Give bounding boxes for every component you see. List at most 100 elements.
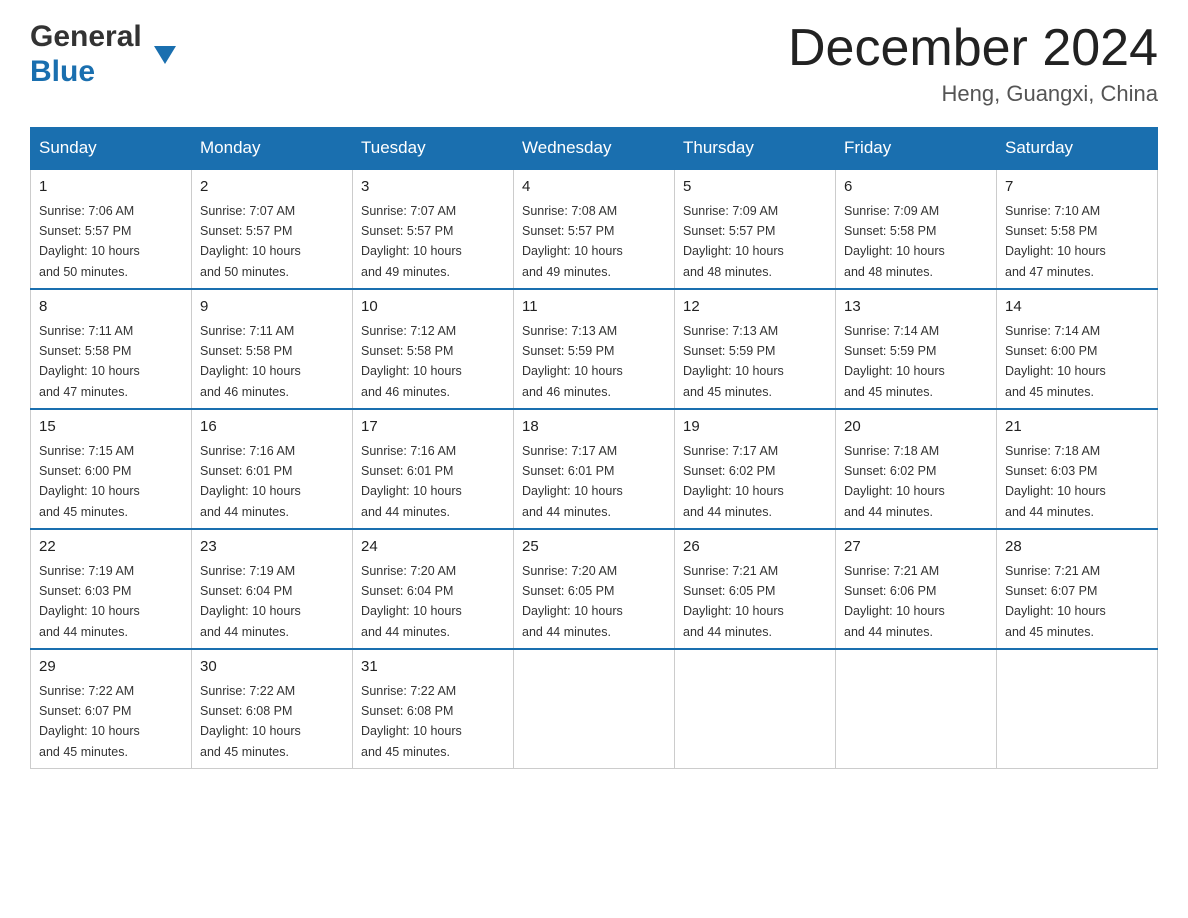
table-row: 8 Sunrise: 7:11 AMSunset: 5:58 PMDayligh… <box>31 289 192 409</box>
page-header: General Blue December 2024 Heng, Guangxi… <box>30 20 1158 107</box>
day-info: Sunrise: 7:17 AMSunset: 6:01 PMDaylight:… <box>522 444 623 519</box>
day-number: 30 <box>200 656 344 679</box>
calendar-week-row: 8 Sunrise: 7:11 AMSunset: 5:58 PMDayligh… <box>31 289 1158 409</box>
day-info: Sunrise: 7:09 AMSunset: 5:58 PMDaylight:… <box>844 204 945 279</box>
table-row: 24 Sunrise: 7:20 AMSunset: 6:04 PMDaylig… <box>353 529 514 649</box>
day-info: Sunrise: 7:14 AMSunset: 6:00 PMDaylight:… <box>1005 324 1106 399</box>
day-number: 23 <box>200 536 344 559</box>
day-info: Sunrise: 7:10 AMSunset: 5:58 PMDaylight:… <box>1005 204 1106 279</box>
table-row: 28 Sunrise: 7:21 AMSunset: 6:07 PMDaylig… <box>997 529 1158 649</box>
day-info: Sunrise: 7:18 AMSunset: 6:03 PMDaylight:… <box>1005 444 1106 519</box>
day-number: 7 <box>1005 176 1149 199</box>
day-info: Sunrise: 7:19 AMSunset: 6:04 PMDaylight:… <box>200 564 301 639</box>
day-number: 16 <box>200 416 344 439</box>
calendar-week-row: 1 Sunrise: 7:06 AMSunset: 5:57 PMDayligh… <box>31 169 1158 289</box>
day-info: Sunrise: 7:06 AMSunset: 5:57 PMDaylight:… <box>39 204 140 279</box>
day-info: Sunrise: 7:21 AMSunset: 6:07 PMDaylight:… <box>1005 564 1106 639</box>
logo: General Blue <box>30 20 176 89</box>
col-thursday: Thursday <box>675 128 836 170</box>
day-info: Sunrise: 7:14 AMSunset: 5:59 PMDaylight:… <box>844 324 945 399</box>
table-row: 12 Sunrise: 7:13 AMSunset: 5:59 PMDaylig… <box>675 289 836 409</box>
table-row: 25 Sunrise: 7:20 AMSunset: 6:05 PMDaylig… <box>514 529 675 649</box>
table-row: 30 Sunrise: 7:22 AMSunset: 6:08 PMDaylig… <box>192 649 353 769</box>
day-info: Sunrise: 7:21 AMSunset: 6:05 PMDaylight:… <box>683 564 784 639</box>
day-info: Sunrise: 7:19 AMSunset: 6:03 PMDaylight:… <box>39 564 140 639</box>
day-number: 22 <box>39 536 183 559</box>
table-row: 5 Sunrise: 7:09 AMSunset: 5:57 PMDayligh… <box>675 169 836 289</box>
table-row: 14 Sunrise: 7:14 AMSunset: 6:00 PMDaylig… <box>997 289 1158 409</box>
day-info: Sunrise: 7:22 AMSunset: 6:07 PMDaylight:… <box>39 684 140 759</box>
title-block: December 2024 Heng, Guangxi, China <box>788 20 1158 107</box>
table-row: 2 Sunrise: 7:07 AMSunset: 5:57 PMDayligh… <box>192 169 353 289</box>
day-info: Sunrise: 7:08 AMSunset: 5:57 PMDaylight:… <box>522 204 623 279</box>
day-number: 2 <box>200 176 344 199</box>
day-number: 12 <box>683 296 827 319</box>
col-wednesday: Wednesday <box>514 128 675 170</box>
day-number: 25 <box>522 536 666 559</box>
table-row: 27 Sunrise: 7:21 AMSunset: 6:06 PMDaylig… <box>836 529 997 649</box>
day-info: Sunrise: 7:15 AMSunset: 6:00 PMDaylight:… <box>39 444 140 519</box>
table-row: 20 Sunrise: 7:18 AMSunset: 6:02 PMDaylig… <box>836 409 997 529</box>
table-row: 15 Sunrise: 7:15 AMSunset: 6:00 PMDaylig… <box>31 409 192 529</box>
day-info: Sunrise: 7:17 AMSunset: 6:02 PMDaylight:… <box>683 444 784 519</box>
calendar-week-row: 15 Sunrise: 7:15 AMSunset: 6:00 PMDaylig… <box>31 409 1158 529</box>
day-info: Sunrise: 7:11 AMSunset: 5:58 PMDaylight:… <box>200 324 301 399</box>
day-number: 15 <box>39 416 183 439</box>
table-row: 3 Sunrise: 7:07 AMSunset: 5:57 PMDayligh… <box>353 169 514 289</box>
table-row: 21 Sunrise: 7:18 AMSunset: 6:03 PMDaylig… <box>997 409 1158 529</box>
day-number: 19 <box>683 416 827 439</box>
day-info: Sunrise: 7:16 AMSunset: 6:01 PMDaylight:… <box>361 444 462 519</box>
table-row: 16 Sunrise: 7:16 AMSunset: 6:01 PMDaylig… <box>192 409 353 529</box>
table-row <box>997 649 1158 769</box>
day-info: Sunrise: 7:20 AMSunset: 6:05 PMDaylight:… <box>522 564 623 639</box>
day-number: 24 <box>361 536 505 559</box>
table-row: 10 Sunrise: 7:12 AMSunset: 5:58 PMDaylig… <box>353 289 514 409</box>
col-tuesday: Tuesday <box>353 128 514 170</box>
col-saturday: Saturday <box>997 128 1158 170</box>
day-number: 29 <box>39 656 183 679</box>
day-info: Sunrise: 7:11 AMSunset: 5:58 PMDaylight:… <box>39 324 140 399</box>
day-number: 18 <box>522 416 666 439</box>
table-row: 13 Sunrise: 7:14 AMSunset: 5:59 PMDaylig… <box>836 289 997 409</box>
table-row <box>836 649 997 769</box>
day-info: Sunrise: 7:07 AMSunset: 5:57 PMDaylight:… <box>200 204 301 279</box>
table-row: 19 Sunrise: 7:17 AMSunset: 6:02 PMDaylig… <box>675 409 836 529</box>
day-number: 3 <box>361 176 505 199</box>
calendar-header-row: Sunday Monday Tuesday Wednesday Thursday… <box>31 128 1158 170</box>
table-row: 29 Sunrise: 7:22 AMSunset: 6:07 PMDaylig… <box>31 649 192 769</box>
day-number: 10 <box>361 296 505 319</box>
logo-triangle-icon <box>154 46 176 68</box>
table-row: 17 Sunrise: 7:16 AMSunset: 6:01 PMDaylig… <box>353 409 514 529</box>
day-info: Sunrise: 7:09 AMSunset: 5:57 PMDaylight:… <box>683 204 784 279</box>
day-info: Sunrise: 7:20 AMSunset: 6:04 PMDaylight:… <box>361 564 462 639</box>
table-row: 22 Sunrise: 7:19 AMSunset: 6:03 PMDaylig… <box>31 529 192 649</box>
table-row: 11 Sunrise: 7:13 AMSunset: 5:59 PMDaylig… <box>514 289 675 409</box>
table-row: 7 Sunrise: 7:10 AMSunset: 5:58 PMDayligh… <box>997 169 1158 289</box>
day-info: Sunrise: 7:22 AMSunset: 6:08 PMDaylight:… <box>361 684 462 759</box>
day-number: 14 <box>1005 296 1149 319</box>
day-number: 8 <box>39 296 183 319</box>
day-info: Sunrise: 7:13 AMSunset: 5:59 PMDaylight:… <box>683 324 784 399</box>
col-sunday: Sunday <box>31 128 192 170</box>
day-number: 17 <box>361 416 505 439</box>
logo-blue: Blue <box>30 55 152 90</box>
col-monday: Monday <box>192 128 353 170</box>
calendar-week-row: 22 Sunrise: 7:19 AMSunset: 6:03 PMDaylig… <box>31 529 1158 649</box>
day-info: Sunrise: 7:07 AMSunset: 5:57 PMDaylight:… <box>361 204 462 279</box>
table-row: 26 Sunrise: 7:21 AMSunset: 6:05 PMDaylig… <box>675 529 836 649</box>
day-number: 26 <box>683 536 827 559</box>
table-row: 18 Sunrise: 7:17 AMSunset: 6:01 PMDaylig… <box>514 409 675 529</box>
logo-general: General <box>30 20 152 55</box>
month-title: December 2024 <box>788 20 1158 77</box>
table-row: 9 Sunrise: 7:11 AMSunset: 5:58 PMDayligh… <box>192 289 353 409</box>
table-row: 4 Sunrise: 7:08 AMSunset: 5:57 PMDayligh… <box>514 169 675 289</box>
day-number: 28 <box>1005 536 1149 559</box>
day-info: Sunrise: 7:18 AMSunset: 6:02 PMDaylight:… <box>844 444 945 519</box>
day-number: 31 <box>361 656 505 679</box>
table-row: 6 Sunrise: 7:09 AMSunset: 5:58 PMDayligh… <box>836 169 997 289</box>
day-info: Sunrise: 7:13 AMSunset: 5:59 PMDaylight:… <box>522 324 623 399</box>
day-number: 27 <box>844 536 988 559</box>
location: Heng, Guangxi, China <box>788 81 1158 107</box>
day-number: 9 <box>200 296 344 319</box>
day-number: 6 <box>844 176 988 199</box>
